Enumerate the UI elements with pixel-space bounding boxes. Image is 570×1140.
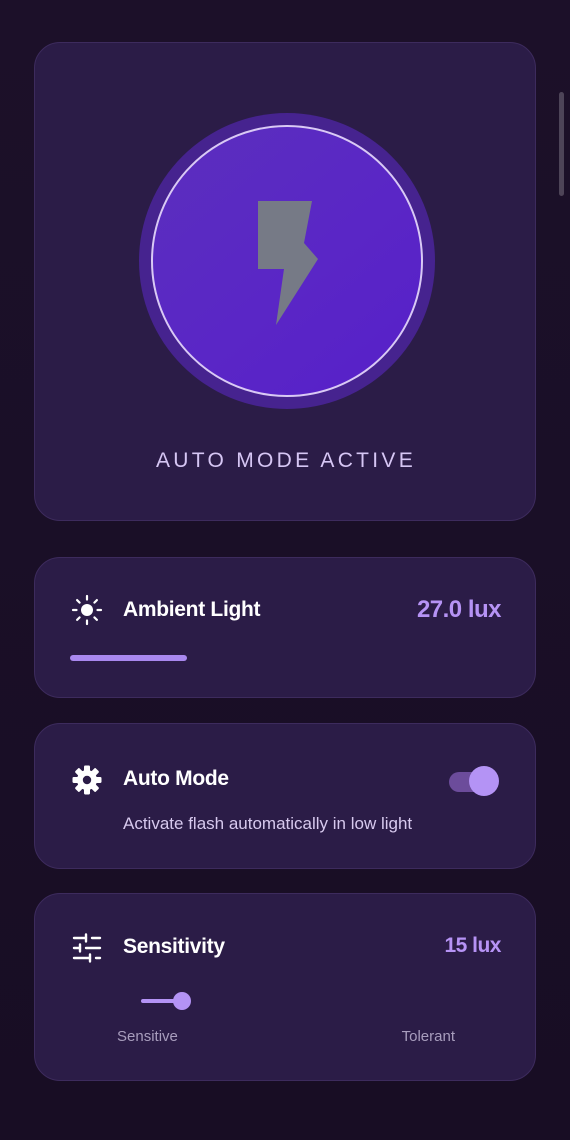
status-label: AUTO MODE ACTIVE xyxy=(155,449,417,472)
ambient-light-card: Ambient Light 27.0 lux xyxy=(34,557,536,698)
sensitivity-label: Sensitivity xyxy=(123,935,225,958)
scrollbar[interactable] xyxy=(559,92,564,196)
auto-mode-toggle[interactable] xyxy=(449,766,499,796)
ambient-light-bar-fill xyxy=(70,655,187,661)
auto-mode-description: Activate flash automatically in low ligh… xyxy=(123,814,413,833)
flash-toggle-button[interactable] xyxy=(151,125,423,397)
sensitivity-card: Sensitivity 15 lux Sensitive Tolerant xyxy=(34,893,536,1081)
sensitivity-slider[interactable] xyxy=(139,990,501,1014)
toggle-knob xyxy=(469,766,499,796)
auto-mode-label: Auto Mode xyxy=(123,767,229,790)
sliders-icon xyxy=(72,933,102,963)
ambient-light-label: Ambient Light xyxy=(123,598,261,621)
flash-button-ring xyxy=(139,113,435,409)
sensitivity-value: 15 lux xyxy=(444,934,501,957)
ambient-light-bar xyxy=(70,655,502,661)
slider-min-label: Sensitive xyxy=(117,1028,178,1045)
gear-icon xyxy=(72,765,102,795)
sun-icon xyxy=(71,594,103,626)
lightning-bolt-icon xyxy=(258,201,318,325)
slider-max-label: Tolerant xyxy=(401,1028,455,1045)
slider-thumb[interactable] xyxy=(173,992,191,1010)
ambient-light-value: 27.0 lux xyxy=(416,596,502,623)
auto-mode-card: Auto Mode Activate flash automatically i… xyxy=(34,723,536,869)
flash-status-card: AUTO MODE ACTIVE xyxy=(34,42,536,521)
